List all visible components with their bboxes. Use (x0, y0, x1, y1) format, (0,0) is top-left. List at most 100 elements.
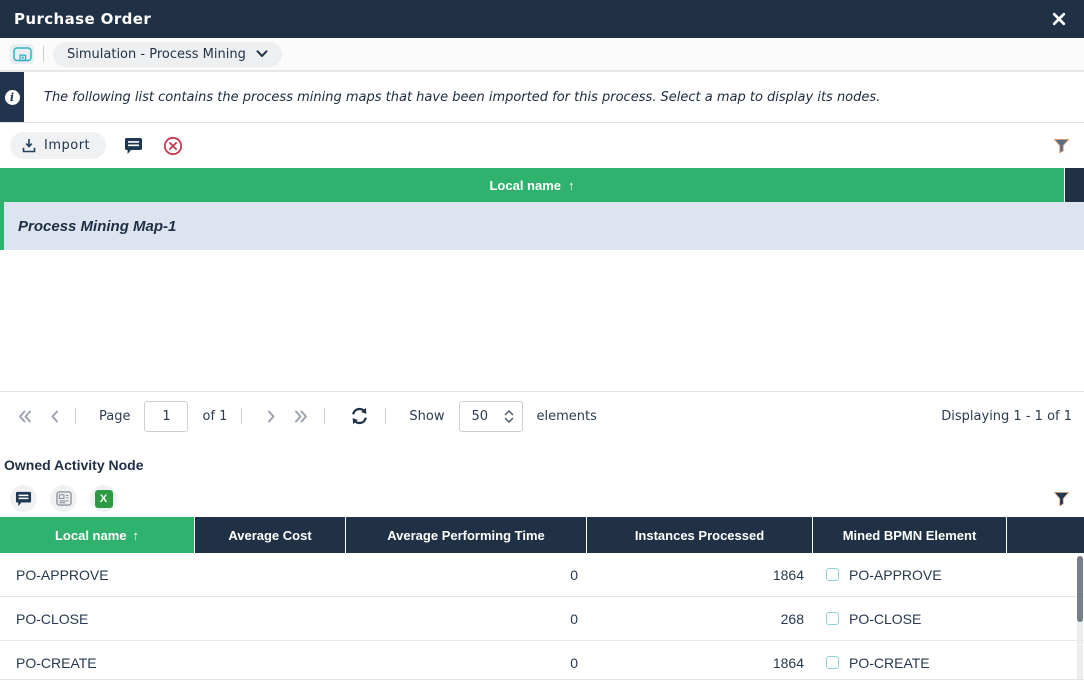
sort-asc-icon: ↑ (568, 178, 575, 193)
col-header-label: Mined BPMN Element (843, 528, 977, 543)
cell-average-cost (195, 597, 346, 640)
report-icon (56, 491, 72, 506)
comment-icon (15, 491, 32, 507)
activity-grid-header: Local name ↑ Average Cost Average Perfor… (0, 517, 1084, 553)
purchase-order-window: Purchase Order Simulation - Process Mini… (0, 0, 1084, 687)
maps-grid-header: Local name ↑ (0, 168, 1084, 202)
cell-instances-processed: 1864 (587, 553, 813, 596)
prev-page-button[interactable] (48, 408, 61, 425)
chevron-down-icon (256, 50, 268, 58)
activity-comment-button[interactable] (10, 485, 37, 512)
spinner-icon (504, 409, 514, 424)
cell-empty (1007, 641, 1084, 684)
sort-asc-icon: ↑ (133, 528, 140, 543)
show-label: Show (409, 409, 444, 424)
bpmn-label: PO-APPROVE (849, 567, 942, 583)
excel-export-button[interactable]: X (90, 485, 117, 512)
filter-icon (1053, 138, 1070, 154)
import-button-label: Import (44, 138, 90, 153)
import-button[interactable]: Import (10, 132, 106, 159)
first-page-button[interactable] (16, 408, 34, 425)
page-number-input[interactable] (144, 401, 188, 432)
page-size-select[interactable]: 50 (459, 401, 523, 432)
col-header-average-cost[interactable]: Average Cost (195, 517, 346, 553)
open-window-button[interactable] (10, 44, 34, 64)
chevron-right-icon (267, 410, 276, 423)
pager-divider (324, 408, 325, 424)
close-icon (1052, 12, 1066, 26)
cell-average-cost (195, 641, 346, 684)
info-icon: i (5, 90, 20, 105)
col-header-empty (1007, 517, 1084, 553)
col-header-label: Average Performing Time (387, 528, 545, 543)
context-selector-label: Simulation - Process Mining (67, 47, 246, 62)
excel-icon: X (95, 490, 113, 508)
context-selector[interactable]: Simulation - Process Mining (53, 42, 282, 67)
cell-local-name: PO-CREATE (0, 641, 195, 684)
toolbar-divider (43, 46, 44, 62)
col-header-instances-processed[interactable]: Instances Processed (587, 517, 813, 553)
comment-button[interactable] (120, 133, 146, 159)
cell-average-performing-time: 0 (346, 597, 587, 640)
double-chevron-left-icon (18, 410, 32, 423)
bpmn-label: PO-CREATE (849, 655, 930, 671)
maps-filter-button[interactable] (1048, 133, 1074, 159)
cell-instances-processed: 1864 (587, 641, 813, 684)
info-banner: i The following list contains the proces… (0, 71, 1084, 123)
chevron-left-icon (50, 410, 59, 423)
cell-mined-bpmn-element: PO-CREATE (813, 641, 1007, 684)
next-page-button[interactable] (265, 408, 278, 425)
pager-divider (385, 408, 386, 424)
comment-icon (124, 137, 143, 155)
page-of-label: of 1 (202, 409, 227, 424)
window-titlebar: Purchase Order (0, 0, 1084, 38)
col-header-average-performing-time[interactable]: Average Performing Time (346, 517, 587, 553)
cell-empty (1007, 597, 1084, 640)
cell-instances-processed: 268 (587, 597, 813, 640)
col-header-local-name[interactable]: Local name ↑ (0, 517, 195, 553)
scrollbar-thumb[interactable] (1077, 556, 1083, 622)
import-icon (22, 138, 36, 153)
window-title: Purchase Order (14, 10, 151, 28)
pager-divider (75, 408, 76, 424)
bpmn-checkbox[interactable] (826, 612, 839, 625)
cell-local-name: PO-APPROVE (0, 553, 195, 596)
delete-button[interactable] (160, 133, 186, 159)
col-header-label: Instances Processed (635, 528, 764, 543)
activity-filter-button[interactable] (1048, 486, 1074, 512)
cell-mined-bpmn-element: PO-APPROVE (813, 553, 1007, 596)
cell-average-performing-time: 0 (346, 641, 587, 684)
pager-divider (241, 408, 242, 424)
maps-header-local-name[interactable]: Local name ↑ (0, 168, 1064, 202)
info-banner-text: The following list contains the process … (24, 72, 1084, 122)
maps-pager: Page of 1 Show 50 (0, 391, 1084, 440)
maps-grid-toolbar: Import (0, 123, 1084, 168)
refresh-icon (350, 407, 369, 425)
activity-pager: Page of 1 Show 50 (0, 679, 1084, 687)
owned-activity-node-title: Owned Activity Node (4, 457, 144, 473)
context-toolbar: Simulation - Process Mining (0, 38, 1084, 71)
maps-header-label: Local name (489, 178, 561, 193)
bpmn-label: PO-CLOSE (849, 611, 921, 627)
col-header-mined-bpmn-element[interactable]: Mined BPMN Element (813, 517, 1007, 553)
cell-empty (1007, 553, 1084, 596)
page-size-value: 50 (472, 409, 492, 424)
bpmn-checkbox[interactable] (826, 656, 839, 669)
close-button[interactable] (1048, 8, 1070, 30)
col-header-label: Average Cost (228, 528, 311, 543)
table-row[interactable]: PO-APPROVE 0 1864 PO-APPROVE (0, 553, 1084, 597)
maps-row-selected[interactable]: Process Mining Map-1 (0, 202, 1084, 250)
report-button[interactable] (50, 485, 77, 512)
cell-mined-bpmn-element: PO-CLOSE (813, 597, 1007, 640)
bpmn-checkbox[interactable] (826, 568, 839, 581)
double-chevron-right-icon (294, 410, 308, 423)
filter-icon (1053, 491, 1070, 507)
cell-average-cost (195, 553, 346, 596)
last-page-button[interactable] (292, 408, 310, 425)
delete-circle-icon (163, 136, 183, 156)
page-label: Page (99, 409, 130, 424)
window-icon (13, 47, 32, 62)
maps-header-filler (1064, 168, 1084, 202)
refresh-button[interactable] (348, 405, 371, 427)
table-row[interactable]: PO-CLOSE 0 268 PO-CLOSE (0, 597, 1084, 641)
